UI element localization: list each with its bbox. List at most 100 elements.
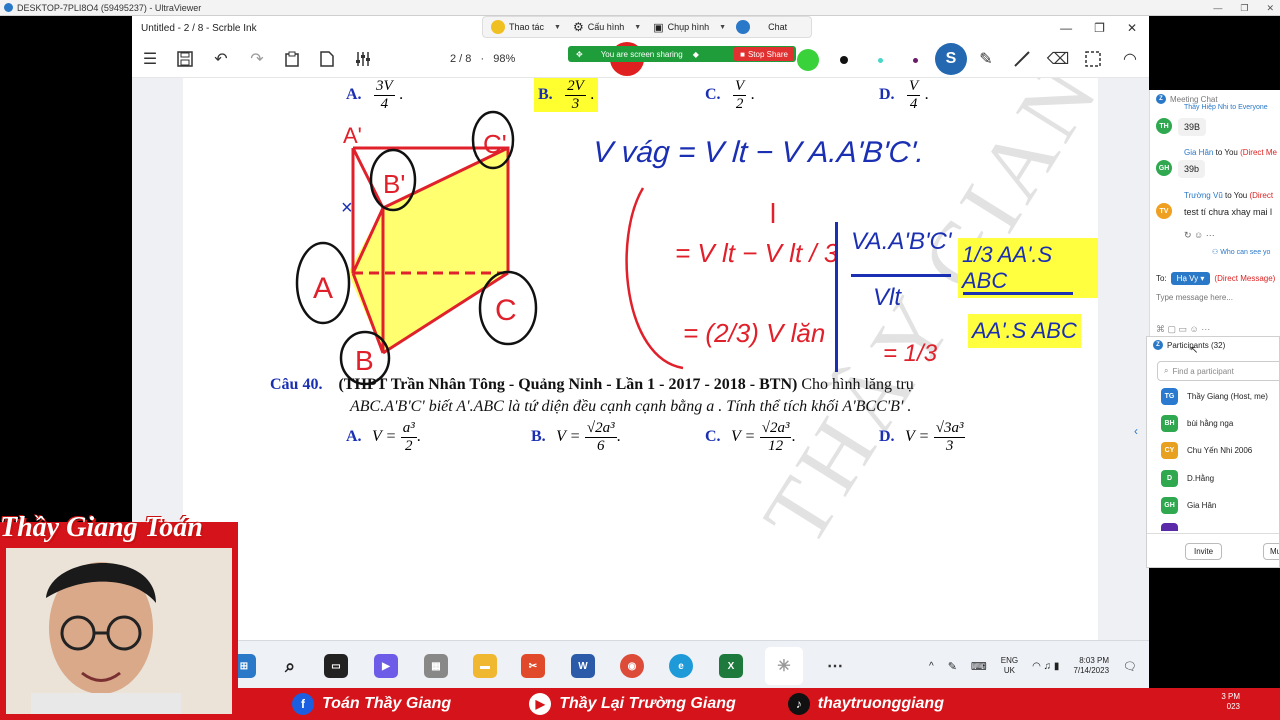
question-source: (THPT Trần Nhân Tông - Quảng Ninh - Lần … (338, 376, 798, 393)
chat-button[interactable]: Chat (736, 20, 787, 34)
line-tool-icon[interactable] (1011, 48, 1033, 70)
participant-row[interactable]: D D.Hằng (1161, 470, 1214, 487)
clock-partial: 3 PM 023 (1221, 692, 1240, 712)
chat-message-input[interactable] (1156, 290, 1274, 304)
prev-answer-b: B. 2V 3 . (534, 78, 599, 112)
facebook-link: f Toán Thầy Giang (292, 693, 451, 715)
undo-icon[interactable]: ↶ (210, 48, 232, 70)
pen-size-large[interactable] (840, 56, 848, 64)
participant-row[interactable]: TG Thầy Giang (Host, me) (1161, 388, 1268, 405)
participants-panel: Z Participants (32) ↖ ⌕ Find a participa… (1146, 336, 1280, 568)
redo-icon[interactable]: ↷ (246, 48, 268, 70)
clock[interactable]: 8:03 PM 7/14/2023 (1073, 656, 1109, 677)
mute-all-button[interactable]: Mu (1263, 543, 1279, 560)
word-icon[interactable]: W (571, 654, 595, 678)
close-icon[interactable]: ✕ (1266, 3, 1274, 14)
chevron-up-icon[interactable]: ^ (929, 661, 934, 672)
recipient-select[interactable]: Hạ Vy ▾ (1170, 272, 1211, 285)
question-line-2: ABC.A'B'C' biết A'.ABC là tứ diện đều cạ… (350, 398, 912, 415)
chat-input-tools[interactable]: ⌘ ▢ ▭ ☺ ⋯ (1156, 324, 1210, 335)
page-margin-right (1098, 78, 1149, 640)
app-window-controls: — ❐ ✕ (1060, 16, 1149, 40)
zoom-logo-icon: Z (1156, 94, 1166, 104)
prev-answer-c: C. V2 . (705, 78, 755, 112)
view-icon[interactable]: ◠ (1119, 48, 1141, 70)
who-can-see-link[interactable]: ⚇ Who can see yo (1212, 248, 1270, 256)
chat-icon (736, 20, 751, 34)
chevron-down-icon: ▼ (634, 23, 642, 31)
ruler-icon[interactable]: ✎ (975, 48, 997, 70)
zoom-logo-icon: Z (1153, 340, 1163, 350)
option-a: A. V = a³ 2. (346, 420, 421, 454)
pen-tool-icon[interactable]: S (935, 43, 967, 75)
search-icon[interactable]: ⌕ (278, 654, 302, 678)
participant-search[interactable]: ⌕ Find a participant (1157, 361, 1279, 381)
teams-chat-icon[interactable]: ▶ (374, 654, 398, 678)
chrome-icon[interactable]: ◉ (620, 654, 644, 678)
participant-row[interactable]: GH Gia Hân (1161, 497, 1216, 514)
eraser-icon[interactable]: ⌫ (1047, 48, 1070, 70)
participant-row[interactable]: CY Chu Yến Nhi 2006 (1161, 442, 1252, 459)
more-apps-icon[interactable]: ⋯ (823, 654, 847, 678)
task-view-icon[interactable]: ▭ (324, 654, 348, 678)
color-green-swatch[interactable] (797, 49, 819, 71)
maximize-icon[interactable]: ❐ (1094, 21, 1105, 35)
label-c: C (495, 294, 517, 327)
gear-icon: ⚙ (572, 20, 584, 34)
minimize-icon[interactable]: — (1060, 21, 1072, 35)
menu-icon[interactable]: ☰ (139, 48, 161, 70)
collapse-panel-icon[interactable]: ‹ (1134, 424, 1138, 438)
drag-handle-icon[interactable]: ✥ (576, 50, 583, 59)
stop-share-button[interactable]: ■ Stop Share (734, 47, 794, 61)
keyboard-icon[interactable]: ⌨ (971, 660, 987, 673)
channel-title: Thầy Giang Toán (0, 512, 203, 543)
notification-icon[interactable]: 🗨 (1123, 660, 1137, 673)
close-icon[interactable]: ✕ (1127, 21, 1137, 35)
windows-taskbar: ⊞ ⌕ ▭ ▶ ▦ ▬ ✂ W ◉ e X ✳ ⋯ ^ ✎ ⌨ ENG UK ◠… (232, 640, 1149, 690)
pen-icon[interactable]: ✎ (948, 660, 957, 673)
restore-icon[interactable]: ❐ (1240, 3, 1248, 14)
chat-message: TV test tí chưa xhay mai l (1156, 203, 1279, 221)
edge-icon[interactable]: e (669, 654, 693, 678)
ink-canvas[interactable]: THẦY GIANG A. 3V 4 . B. 2V 3 . C. V2 . D. … (183, 78, 1098, 640)
save-icon[interactable] (174, 48, 196, 70)
ink-app-icon[interactable]: ✳ (765, 647, 803, 685)
minimize-icon[interactable]: — (1213, 3, 1222, 13)
language-indicator[interactable]: ENG UK (1001, 656, 1018, 675)
chat-message: TH 39B (1156, 118, 1207, 136)
handwritten-step2: = (2/3) V lăn (683, 318, 826, 348)
wifi-icon[interactable]: ◠ ♫ ▮ (1032, 661, 1059, 672)
new-page-icon[interactable] (316, 48, 338, 70)
label-b: B (355, 345, 374, 376)
settings-sliders-icon[interactable] (352, 48, 374, 70)
excel-icon[interactable]: X (719, 654, 743, 678)
paste-icon[interactable] (281, 48, 303, 70)
reaction-icons[interactable]: ↻ ☺ ⋯ (1184, 230, 1215, 241)
pen-size-medium[interactable] (878, 58, 883, 63)
shield-icon: ◆ (692, 49, 699, 59)
select-tool-icon[interactable] (1082, 48, 1104, 70)
meeting-chat-panel: Z Meeting Chat Thầy Hiệp Nhi to Everyone… (1149, 90, 1280, 338)
pen-size-small[interactable] (913, 58, 918, 63)
ratio-rhs-top: 1/3 AA'.S ABC (958, 238, 1098, 298)
capture-menu[interactable]: ▣ Chụp hình ▼ (653, 21, 726, 34)
calculator-icon[interactable]: ▦ (424, 654, 448, 678)
participant-row[interactable]: BH bùi hằng nga (1161, 415, 1233, 432)
ratio-result: = 1/3 (883, 340, 938, 367)
config-menu[interactable]: ⚙ Cấu hình ▼ (573, 20, 641, 34)
page-indicator: 2 / 8 · 98% (450, 53, 516, 65)
remote-control-bar: Thao tác ▼ ⚙ Cấu hình ▼ ▣ Chụp hình ▼ Ch… (482, 16, 812, 38)
invite-button[interactable]: Invite (1185, 543, 1223, 560)
question-line-1: Câu 40. (THPT Trần Nhân Tông - Quảng Nin… (270, 376, 914, 394)
snipping-tool-icon[interactable]: ✂ (521, 654, 545, 678)
prism-drawing: A' B' C' A B C × (295, 110, 538, 386)
question-label: Câu 40. (270, 376, 323, 393)
presenter-image (6, 548, 232, 714)
app-title: Untitled - 2 / 8 - Scrble Ink (141, 22, 257, 34)
option-d: D. V = √3a³ 3 (879, 420, 966, 454)
label-c-prime: C' (483, 129, 507, 159)
action-menu[interactable]: Thao tác ▼ (491, 20, 561, 34)
file-explorer-icon[interactable]: ▬ (473, 654, 497, 678)
people-icon: ⚇ (1212, 249, 1219, 256)
option-c: C. V = √2a³ 12. (705, 420, 796, 454)
